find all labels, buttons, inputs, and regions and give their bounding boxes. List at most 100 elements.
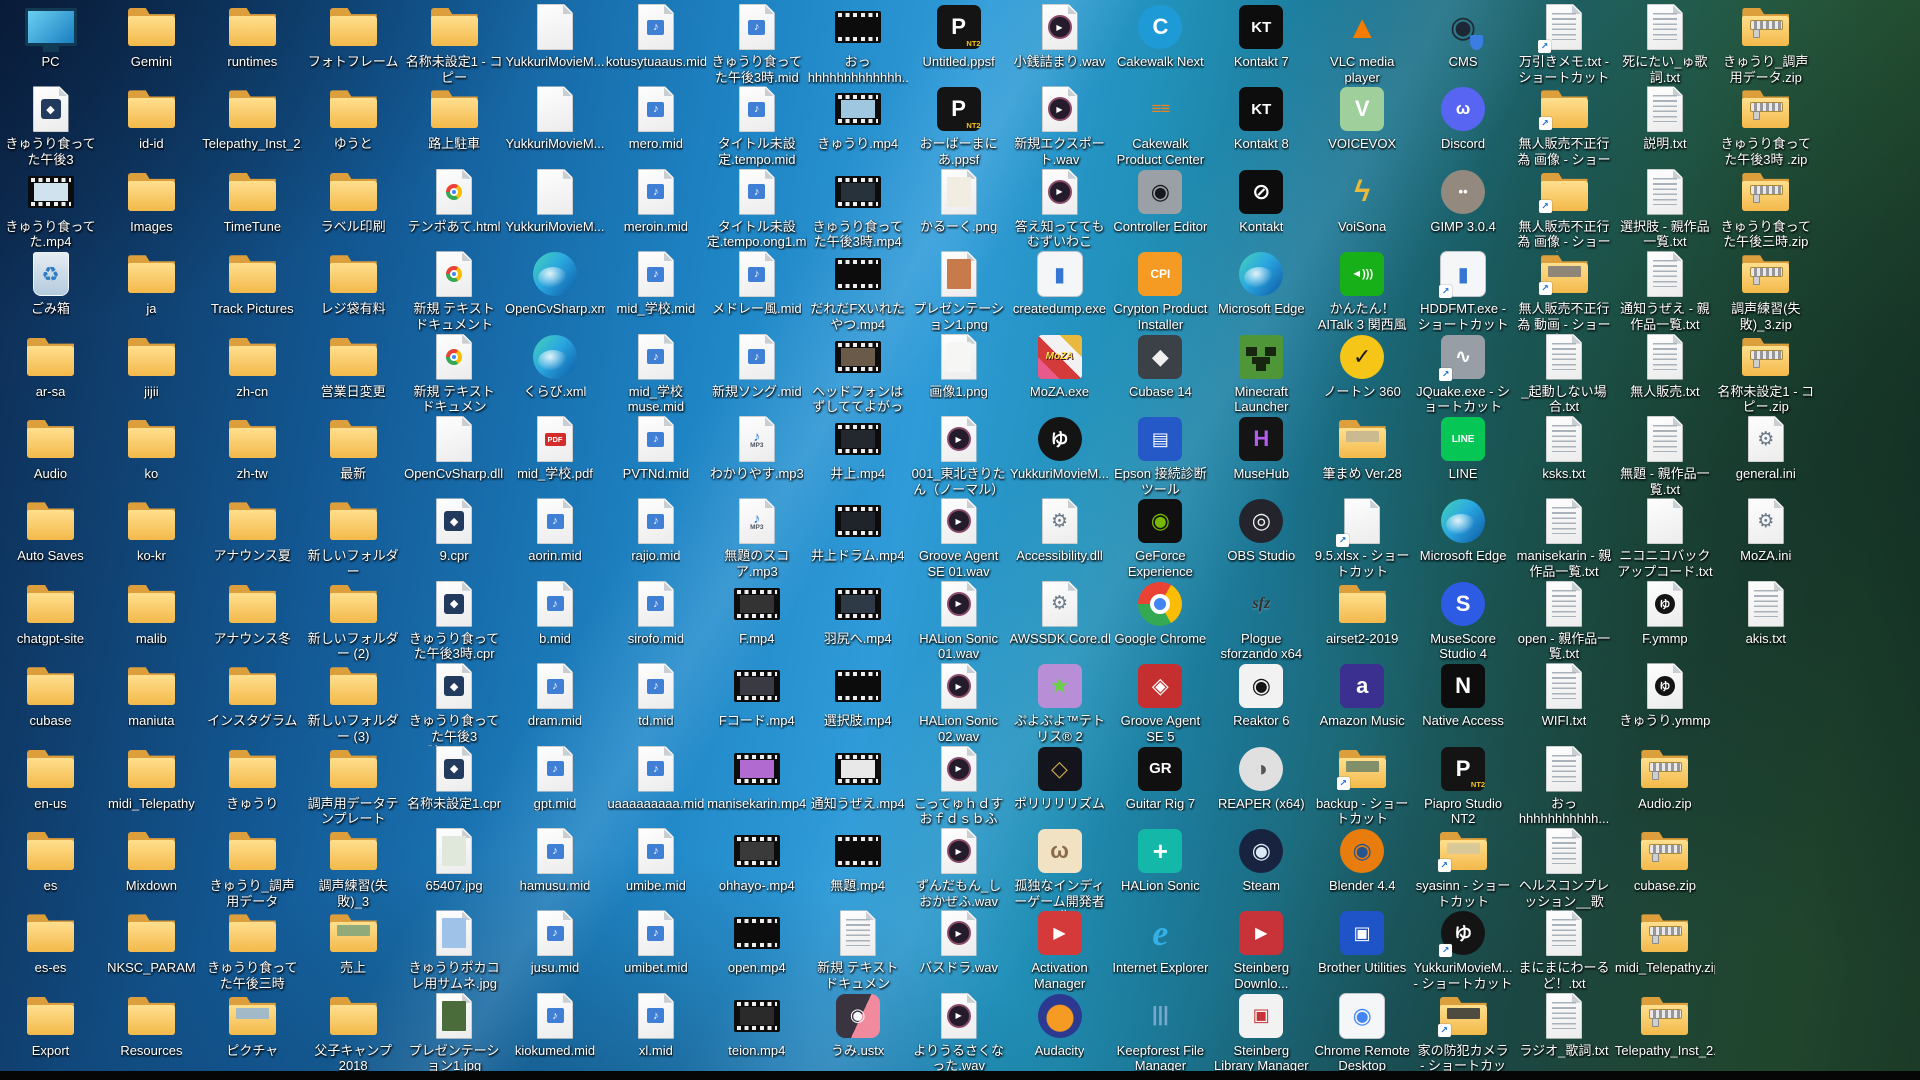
desktop-icon[interactable]: ゆうと (305, 84, 402, 152)
desktop-icon[interactable]: ↗無人販売不正行為 画像 - ショートカッ... (1516, 84, 1613, 169)
desktop-icon[interactable]: LINELINE (1415, 414, 1512, 482)
desktop-icon[interactable]: ◑REAPER (x64) (1213, 744, 1310, 812)
desktop-icon[interactable]: PDFmid_学校.pdf (507, 414, 604, 482)
desktop-icon[interactable]: ♪mid_学校.mid (607, 249, 704, 317)
desktop-icon[interactable]: ◉Controller Editor (1112, 167, 1209, 235)
desktop-icon[interactable]: おっhhhhhhhhhhh... (1516, 744, 1613, 827)
desktop-icon[interactable]: プレゼンテーション1.jpg (406, 991, 503, 1074)
desktop-icon[interactable]: zh-tw (204, 414, 301, 482)
desktop-icon[interactable]: ♪jusu.mid (507, 908, 604, 976)
desktop-icon[interactable]: ja (103, 249, 200, 317)
desktop-icon[interactable]: ゆYukkuriMovieM... (1011, 414, 1108, 482)
desktop-icon[interactable]: GRGuitar Rig 7 (1112, 744, 1209, 812)
desktop-icon[interactable]: Resources (103, 991, 200, 1059)
desktop-icon[interactable]: ニコニコバックアップコード.txt (1616, 496, 1713, 579)
desktop-icon[interactable]: ▮↗HDDFMT.exe - ショートカット (1415, 249, 1512, 332)
desktop-icon[interactable]: ラベル印刷 (305, 167, 402, 235)
desktop-icon[interactable]: ♪kotusytuaaus.mid (607, 2, 704, 70)
desktop-icon[interactable]: ✓ノートン 360 (1314, 332, 1411, 400)
desktop-icon[interactable]: かるーく.png (910, 167, 1007, 235)
desktop-icon[interactable]: ▶Steinberg Downlo... (1213, 908, 1310, 991)
desktop-icon[interactable]: Mixdown (103, 826, 200, 894)
desktop-icon[interactable]: ♪kiokumed.mid (507, 991, 604, 1059)
desktop-icon[interactable]: ▶Activation Manager (1011, 908, 1108, 991)
desktop-icon[interactable]: WIFI.txt (1516, 661, 1613, 729)
desktop-icon[interactable]: きゅうり_調声用データ (204, 826, 301, 909)
desktop-icon[interactable]: 路上駐車 (406, 84, 503, 152)
desktop-icon[interactable]: 65407.jpg (406, 826, 503, 894)
desktop-icon[interactable]: open.mp4 (708, 908, 805, 976)
desktop-icon[interactable]: Auto Saves (2, 496, 99, 564)
desktop-icon[interactable]: PNT2Untitled.ppsf (910, 2, 1007, 70)
desktop-icon[interactable]: ♪タイトル未設定.tempo.mid (708, 84, 805, 167)
desktop-icon[interactable]: 調声練習(失敗)_3 (305, 826, 402, 909)
desktop-icon[interactable]: es (2, 826, 99, 894)
desktop-icon[interactable]: ↗家の防犯カメラ - ショートカット (1415, 991, 1512, 1076)
desktop-icon[interactable]: アナウンス冬 (204, 579, 301, 647)
desktop-icon[interactable]: ⊘Kontakt (1213, 167, 1310, 235)
desktop-icon[interactable]: es-es (2, 908, 99, 976)
desktop-icon[interactable]: ♪b.mid (507, 579, 604, 647)
desktop-icon[interactable]: VVOICEVOX (1314, 84, 1411, 152)
desktop-icon[interactable]: テンポあて.html (406, 167, 503, 235)
desktop-icon[interactable]: jijii (103, 332, 200, 400)
desktop-icon[interactable]: ◆9.cpr (406, 496, 503, 564)
desktop-icon[interactable]: ◆きゅうり食ってた午後3時-01.cpr (2, 84, 99, 169)
desktop-icon[interactable]: きゅうり.mp4 (809, 84, 906, 152)
desktop-icon[interactable]: ♪hamusu.mid (507, 826, 604, 894)
desktop-icon[interactable]: ♻ごみ箱 (2, 249, 99, 317)
desktop-icon[interactable]: ⚙Accessibility.dll (1011, 496, 1108, 564)
desktop-icon[interactable]: 死にたい_ゅ歌詞.txt (1616, 2, 1713, 85)
desktop-icon[interactable]: open - 親作品一覧.txt (1516, 579, 1613, 662)
desktop-icon[interactable]: アナウンス夏 (204, 496, 301, 564)
desktop-icon[interactable]: airset2-2019 (1314, 579, 1411, 647)
desktop-icon[interactable]: ◈Groove Agent SE 5 (1112, 661, 1209, 744)
desktop-icon[interactable]: ▶よりうるさくなった.wav (910, 991, 1007, 1074)
desktop-icon[interactable]: ω孤独なインディーゲーム開発者の一生 ... (1011, 826, 1108, 911)
desktop-icon[interactable]: ♪dram.mid (507, 661, 604, 729)
desktop-icon[interactable]: Audio (2, 414, 99, 482)
desktop-icon[interactable]: ♪umibe.mid (607, 826, 704, 894)
desktop-icon[interactable]: ◉CMS (1415, 2, 1512, 70)
desktop-icon[interactable]: Microsoft Edge (1213, 249, 1310, 317)
desktop-icon[interactable]: en-us (2, 744, 99, 812)
desktop-icon[interactable]: ◉Reaktor 6 (1213, 661, 1310, 729)
desktop-icon[interactable]: ↗syasinn - ショートカット (1415, 826, 1512, 909)
desktop-icon[interactable]: |||Keepforest File Manager (1112, 991, 1209, 1074)
desktop-icon[interactable]: Audacity (1011, 991, 1108, 1059)
desktop-icon[interactable]: NKSC_PARAM (103, 908, 200, 976)
desktop-icon[interactable]: 説明.txt (1616, 84, 1713, 152)
desktop-icon[interactable]: 無題.mp4 (809, 826, 906, 894)
desktop-icon[interactable]: Audio.zip (1616, 744, 1713, 812)
desktop-icon[interactable]: ≡≡Cakewalk Product Center (1112, 84, 1209, 167)
desktop-icon[interactable]: きゅうり食ってた午後3時.mp4 (809, 167, 906, 250)
desktop-icon[interactable]: ♪aorin.mid (507, 496, 604, 564)
desktop-icon[interactable]: ♪umibet.mid (607, 908, 704, 976)
desktop-icon[interactable]: manisekarin.mp4 (708, 744, 805, 812)
desktop-icon[interactable]: ko (103, 414, 200, 482)
desktop-icon[interactable]: SMuseScore Studio 4 (1415, 579, 1512, 662)
desktop-icon[interactable]: ↗9.5.xlsx - ショートカット (1314, 496, 1411, 579)
desktop-icon[interactable]: ▣Steinberg Library Manager (1213, 991, 1310, 1074)
desktop-icon[interactable]: ωDiscord (1415, 84, 1512, 152)
desktop-icon[interactable]: レジ袋有料 (305, 249, 402, 317)
desktop-icon[interactable]: chatgpt-site (2, 579, 99, 647)
desktop-icon[interactable]: zh-cn (204, 332, 301, 400)
desktop-icon[interactable]: PC (2, 2, 99, 70)
desktop-icon[interactable]: ヘルスコンプレッション__歌詞.txt (1516, 826, 1613, 911)
desktop-icon[interactable]: ♪td.mid (607, 661, 704, 729)
desktop-icon[interactable]: 井上.mp4 (809, 414, 906, 482)
desktop-icon[interactable]: ⚙MoZA.ini (1717, 496, 1814, 564)
desktop-icon[interactable]: ▶新規エクスポート.wav (1011, 84, 1108, 167)
desktop-icon[interactable]: 営業日変更 (305, 332, 402, 400)
desktop-icon[interactable]: 新規 テキスト ドキュメント.musicxml (809, 908, 906, 993)
desktop-icon[interactable]: Gemini (103, 2, 200, 70)
desktop-icon[interactable]: 名称未設定1 - コピー.zip (1717, 332, 1814, 415)
desktop-icon[interactable]: manisekarin - 親作品一覧.txt (1516, 496, 1613, 579)
desktop-icon[interactable]: きゅうり (204, 744, 301, 812)
desktop-icon[interactable]: 通知うぜえ.mp4 (809, 744, 906, 812)
desktop-icon[interactable]: ▶Groove Agent SE 01.wav (910, 496, 1007, 579)
desktop-icon[interactable]: ▶001_東北きりたん（ノーマル）_今じゃ... (910, 414, 1007, 499)
desktop-icon[interactable]: ↗無人販売不正行為 動画 - ショートカット (1516, 249, 1613, 334)
desktop-icon[interactable]: ◉Blender 4.4 (1314, 826, 1411, 894)
